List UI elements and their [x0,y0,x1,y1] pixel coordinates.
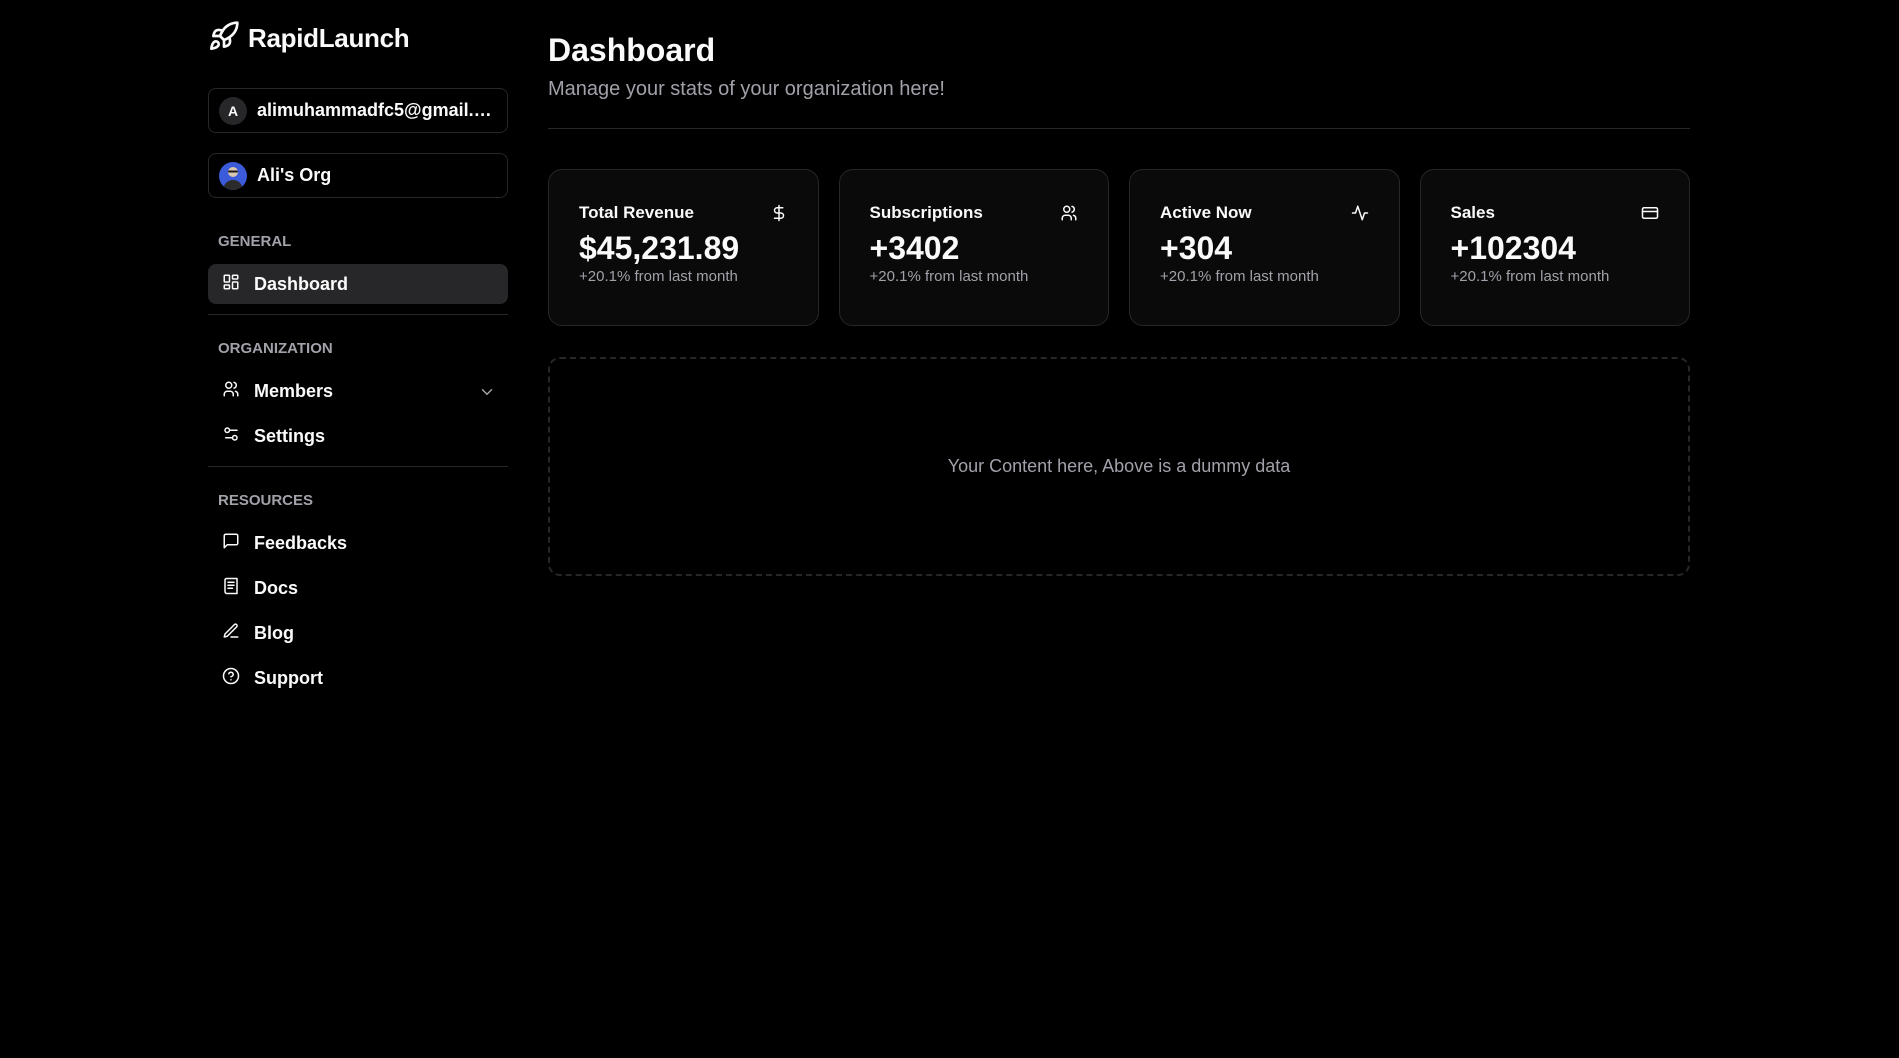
sidebar-item-members[interactable]: Members [208,371,508,411]
stat-card-title: Total Revenue [579,203,694,222]
brand-logo[interactable]: RapidLaunch [208,20,508,56]
dollar-icon [770,204,788,222]
page-subtitle: Manage your stats of your organization h… [548,78,945,100]
sidebar-item-feedbacks[interactable]: Feedbacks [208,523,508,563]
stat-card-value: $45,231.89 [579,230,740,266]
account-avatar: A [219,96,247,125]
stat-card-value: +102304 [1450,230,1576,266]
activity-icon [1351,204,1369,222]
page-title: Dashboard [548,32,716,68]
sidebar-item-label: Docs [254,577,299,598]
account-email: alimuhammadfc5@gmail.c... [257,100,497,120]
brand-name: RapidLaunch [248,22,410,53]
chevron-down-icon[interactable] [478,383,494,399]
message-square-icon [222,532,240,555]
sidebar-item-label: Support [254,667,323,688]
header-divider [548,128,1690,129]
users-icon [222,380,240,403]
document-icon [222,577,240,600]
sidebar-item-settings[interactable]: Settings [208,416,508,456]
layout-grid-icon [222,273,240,296]
stats-cards: Total Revenue $45,231.89 +20.1% from las… [548,169,1690,326]
sidebar-item-label: Feedbacks [254,532,348,553]
sidebar: RapidLaunch A alimuhammadfc5@gmail.c... … [208,0,508,698]
stat-card-title: Active Now [1160,203,1252,222]
organization-switcher[interactable]: Ali's Org [208,153,508,198]
organization-avatar [219,161,247,190]
stat-card-title: Sales [1450,203,1495,222]
help-circle-icon [222,667,240,690]
account-switcher[interactable]: A alimuhammadfc5@gmail.c... [208,88,508,133]
sidebar-item-docs[interactable]: Docs [208,568,508,608]
section-label-resources: RESOURCES [218,492,314,509]
stat-card-change: +20.1% from last month [869,268,1029,285]
sidebar-item-label: Members [254,380,334,401]
placeholder-text: Your Content here, Above is a dummy data [947,456,1291,476]
sidebar-item-label: Dashboard [254,273,349,294]
sliders-icon [222,425,240,448]
stat-card-value: +304 [1160,230,1233,266]
sidebar-item-label: Blog [254,622,294,643]
stat-card-total-revenue: Total Revenue $45,231.89 +20.1% from las… [548,169,819,326]
users-icon [1060,204,1078,222]
sidebar-item-label: Settings [254,425,326,446]
stat-card-sales: Sales +102304 +20.1% from last month [1419,169,1690,326]
rocket-icon [208,20,240,57]
stat-card-value: +3402 [869,230,960,266]
stat-card-change: +20.1% from last month [1450,268,1610,285]
stat-card-subscriptions: Subscriptions +3402 +20.1% from last mon… [838,169,1109,326]
section-label-general: GENERAL [218,233,292,250]
organization-name: Ali's Org [257,165,332,185]
pen-icon [222,622,240,645]
stat-card-title: Subscriptions [869,203,983,222]
sidebar-item-dashboard[interactable]: Dashboard [208,264,508,304]
main-content: Dashboard Manage your stats of your orga… [548,0,1690,576]
sidebar-item-blog[interactable]: Blog [208,613,508,653]
content-placeholder: Your Content here, Above is a dummy data [548,357,1690,576]
stat-card-change: +20.1% from last month [1160,268,1319,285]
sidebar-item-support[interactable]: Support [208,658,508,698]
section-label-organization: ORGANIZATION [218,340,333,357]
stat-card-active-now: Active Now +304 +20.1% from last month [1129,169,1400,326]
stat-card-change: +20.1% from last month [579,268,738,285]
credit-card-icon [1641,204,1659,222]
